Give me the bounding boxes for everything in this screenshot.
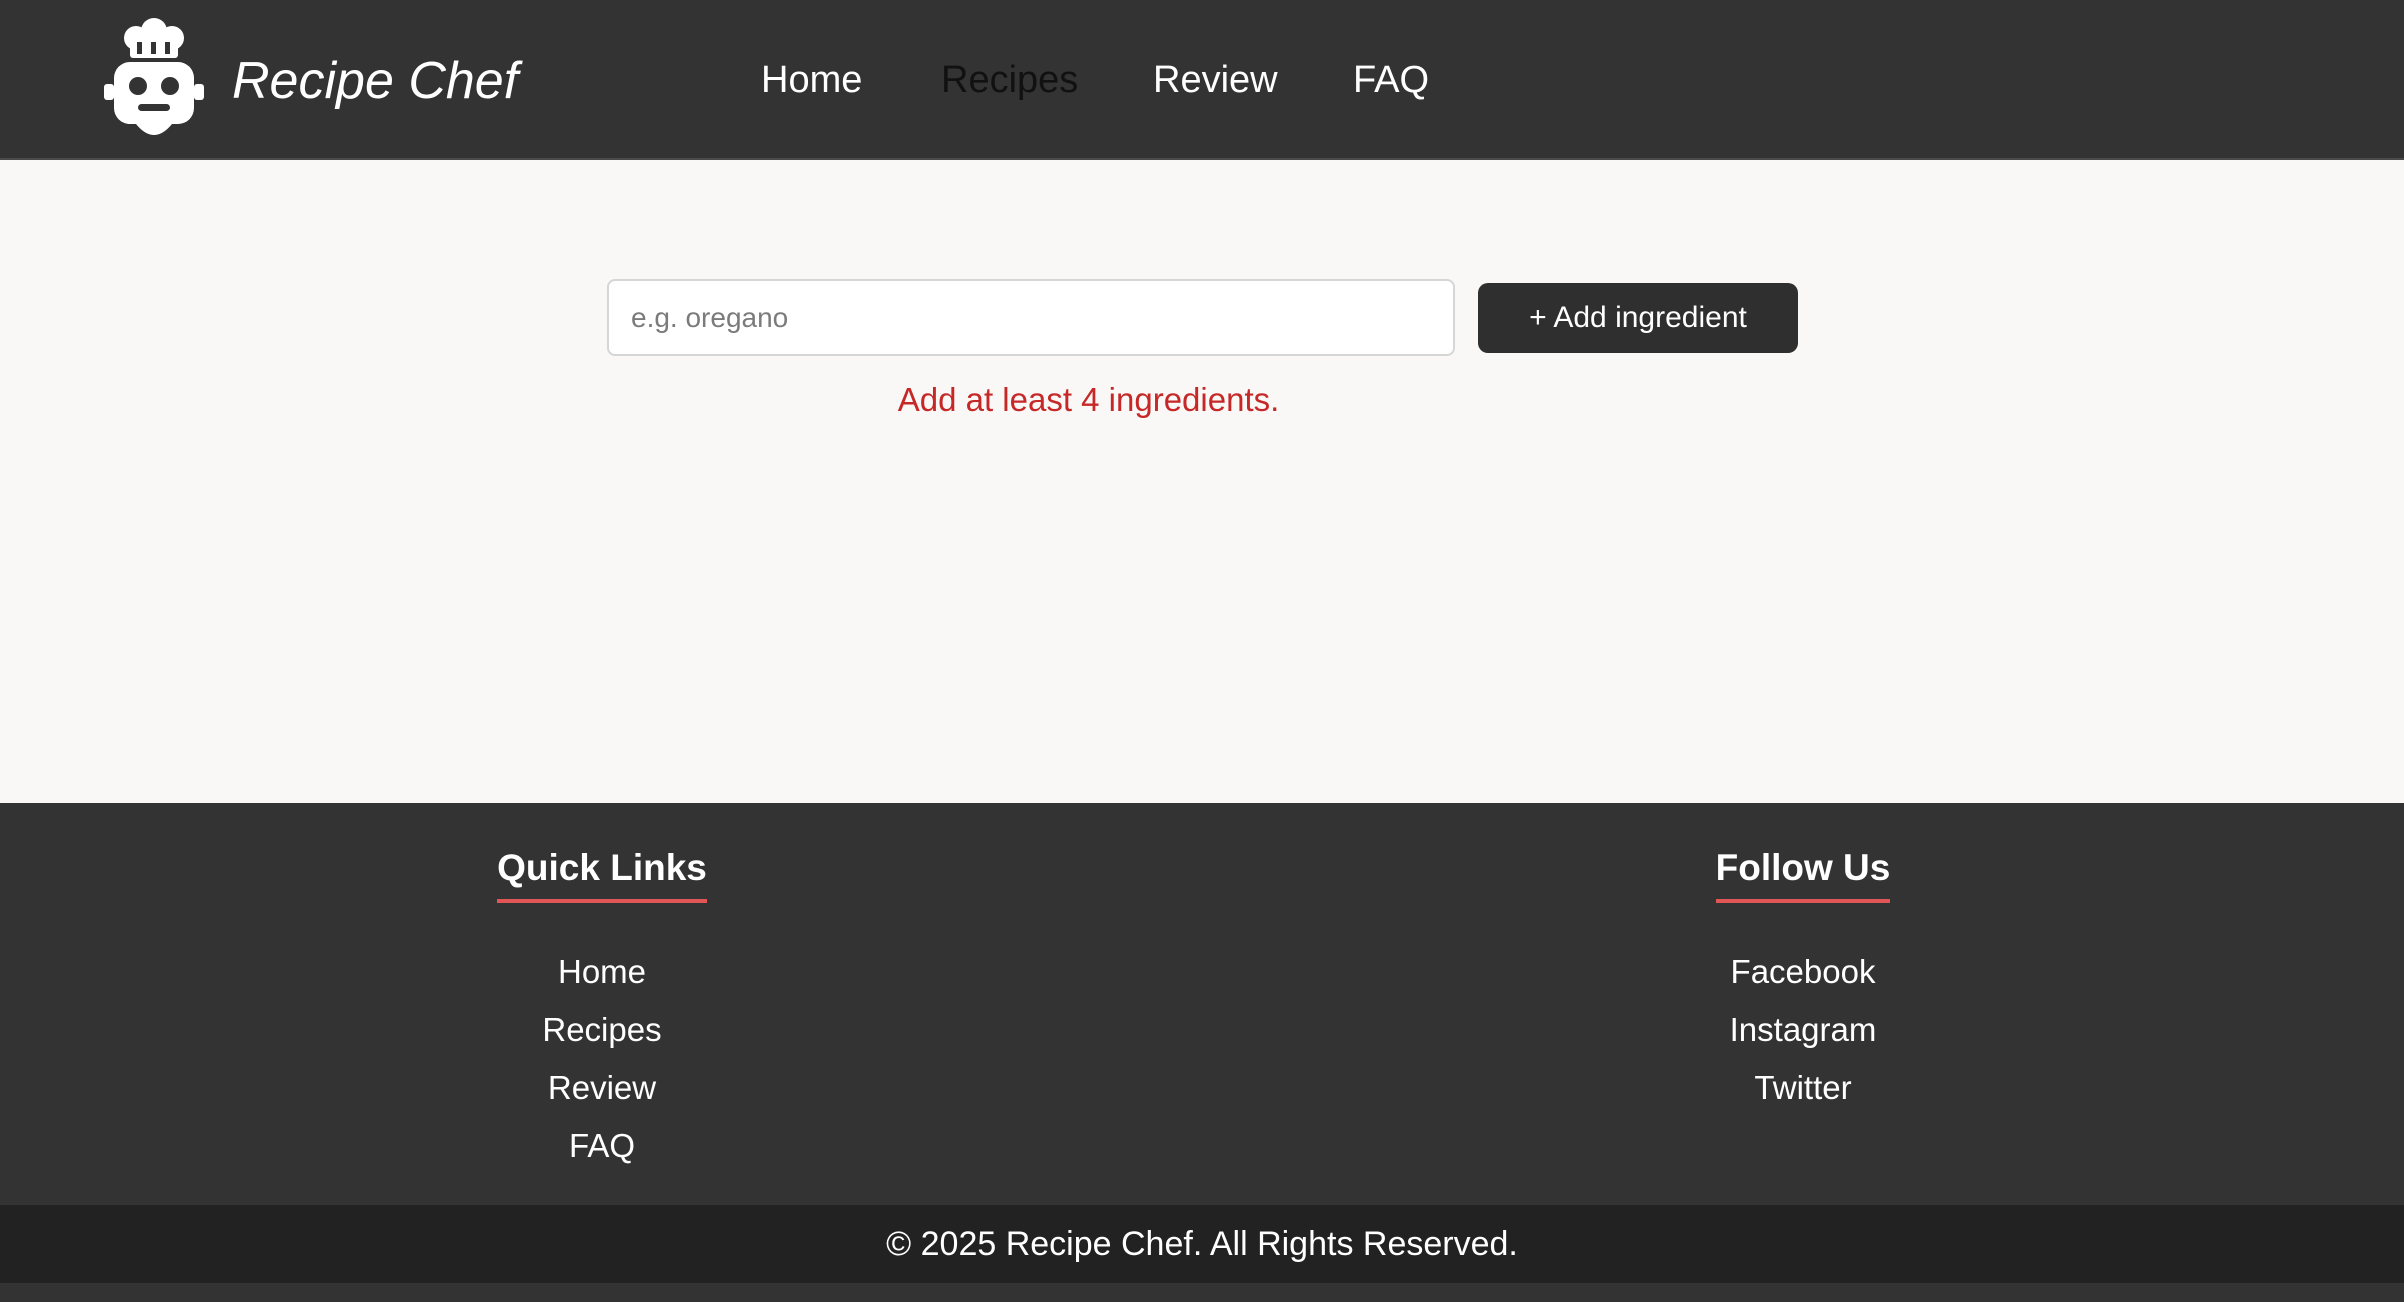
copyright-text: © 2025 Recipe Chef. All Rights Reserved.	[0, 1205, 2404, 1283]
main-content: + Add ingredient Add at least 4 ingredie…	[0, 160, 2404, 803]
footer-link-recipes[interactable]: Recipes	[352, 1001, 852, 1059]
brand-name[interactable]: Recipe Chef	[232, 48, 518, 114]
nav-faq[interactable]: FAQ	[1353, 54, 1429, 106]
nav-home[interactable]: Home	[761, 54, 862, 106]
add-ingredient-button[interactable]: + Add ingredient	[1478, 283, 1798, 353]
social-link-instagram[interactable]: Instagram	[1553, 1001, 2053, 1059]
footer-link-review[interactable]: Review	[352, 1059, 852, 1117]
quick-links-list: Home Recipes Review FAQ	[352, 943, 852, 1175]
quick-links-heading: Quick Links	[497, 843, 707, 903]
ingredient-input[interactable]	[607, 279, 1455, 356]
footer-link-home[interactable]: Home	[352, 943, 852, 1001]
social-links-list: Facebook Instagram Twitter	[1553, 943, 2053, 1117]
quick-links-section: Quick Links Home Recipes Review FAQ	[352, 843, 852, 1175]
footer-link-faq[interactable]: FAQ	[352, 1117, 852, 1175]
error-message: Add at least 4 ingredients.	[897, 381, 1280, 418]
nav-recipes[interactable]: Recipes	[941, 54, 1078, 106]
social-link-facebook[interactable]: Facebook	[1553, 943, 2053, 1001]
chef-robot-icon[interactable]	[100, 14, 208, 146]
follow-us-section: Follow Us Facebook Instagram Twitter	[1553, 843, 2053, 1117]
site-header: Recipe Chef Home Recipes Review FAQ	[0, 0, 2404, 160]
social-link-twitter[interactable]: Twitter	[1553, 1059, 2053, 1117]
nav-review[interactable]: Review	[1153, 54, 1278, 106]
bottom-strip	[0, 1283, 2404, 1302]
site-footer: Quick Links Home Recipes Review FAQ Foll…	[0, 803, 2404, 1205]
follow-us-heading: Follow Us	[1715, 843, 1891, 903]
